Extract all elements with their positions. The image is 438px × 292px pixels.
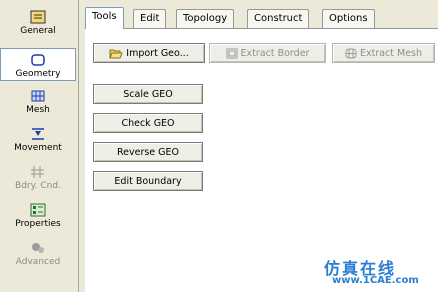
import-geo-button[interactable]: Import Geo... (93, 43, 205, 63)
extract-mesh-label: Extract Mesh (359, 48, 423, 59)
edit-boundary-button[interactable]: Edit Boundary (93, 171, 203, 191)
open-folder-icon (109, 49, 124, 59)
sidebar-item-bdry-cnd[interactable]: Bdry. Cnd. (0, 165, 76, 192)
reverse-geo-button[interactable]: Reverse GEO (93, 142, 203, 162)
advanced-icon (32, 243, 44, 253)
sidebar-item-general[interactable]: General (0, 10, 76, 37)
sidebar: General Geometry Mesh Movement Bdry. Cnd… (0, 0, 79, 292)
boundary-condition-icon (31, 166, 44, 178)
tab-options[interactable]: Options (322, 9, 375, 28)
properties-icon (30, 203, 46, 217)
watermark: 仿真在线 www.1CAE.com (320, 252, 438, 290)
tab-topology[interactable]: Topology (176, 9, 235, 28)
tab-construct[interactable]: Construct (247, 9, 310, 28)
tab-edit[interactable]: Edit (133, 9, 167, 28)
extract-mesh-button[interactable]: Extract Mesh (332, 43, 435, 63)
scale-geo-button[interactable]: Scale GEO (93, 84, 203, 104)
tab-tools[interactable]: Tools (85, 7, 124, 29)
mesh-icon (31, 90, 45, 102)
main-panel: Tools Edit Topology Construct Options Im… (79, 0, 438, 292)
sidebar-item-label: Properties (15, 219, 61, 229)
sidebar-item-label: Advanced (15, 257, 61, 267)
extract-border-icon (226, 48, 238, 59)
movement-icon (32, 128, 44, 140)
general-icon (30, 10, 46, 24)
sidebar-item-label: Geometry (15, 69, 61, 79)
import-geo-label: Import Geo... (126, 48, 189, 59)
sidebar-item-label: General (20, 26, 56, 36)
sidebar-item-mesh[interactable]: Mesh (0, 89, 76, 116)
extract-border-label: Extract Border (240, 48, 310, 59)
watermark-url: www.1CAE.com (332, 275, 419, 286)
sidebar-item-movement[interactable]: Movement (0, 127, 76, 154)
sidebar-item-properties[interactable]: Properties (0, 203, 76, 230)
geometry-icon (31, 54, 45, 66)
extract-mesh-icon (345, 48, 357, 59)
extract-border-button[interactable]: Extract Border (209, 43, 326, 63)
sidebar-item-label: Mesh (26, 105, 50, 115)
sidebar-item-label: Movement (14, 143, 62, 153)
sidebar-item-label: Bdry. Cnd. (15, 181, 61, 191)
sidebar-item-geometry[interactable]: Geometry (0, 48, 76, 81)
check-geo-button[interactable]: Check GEO (93, 113, 203, 133)
sidebar-item-advanced[interactable]: Advanced (0, 241, 76, 268)
